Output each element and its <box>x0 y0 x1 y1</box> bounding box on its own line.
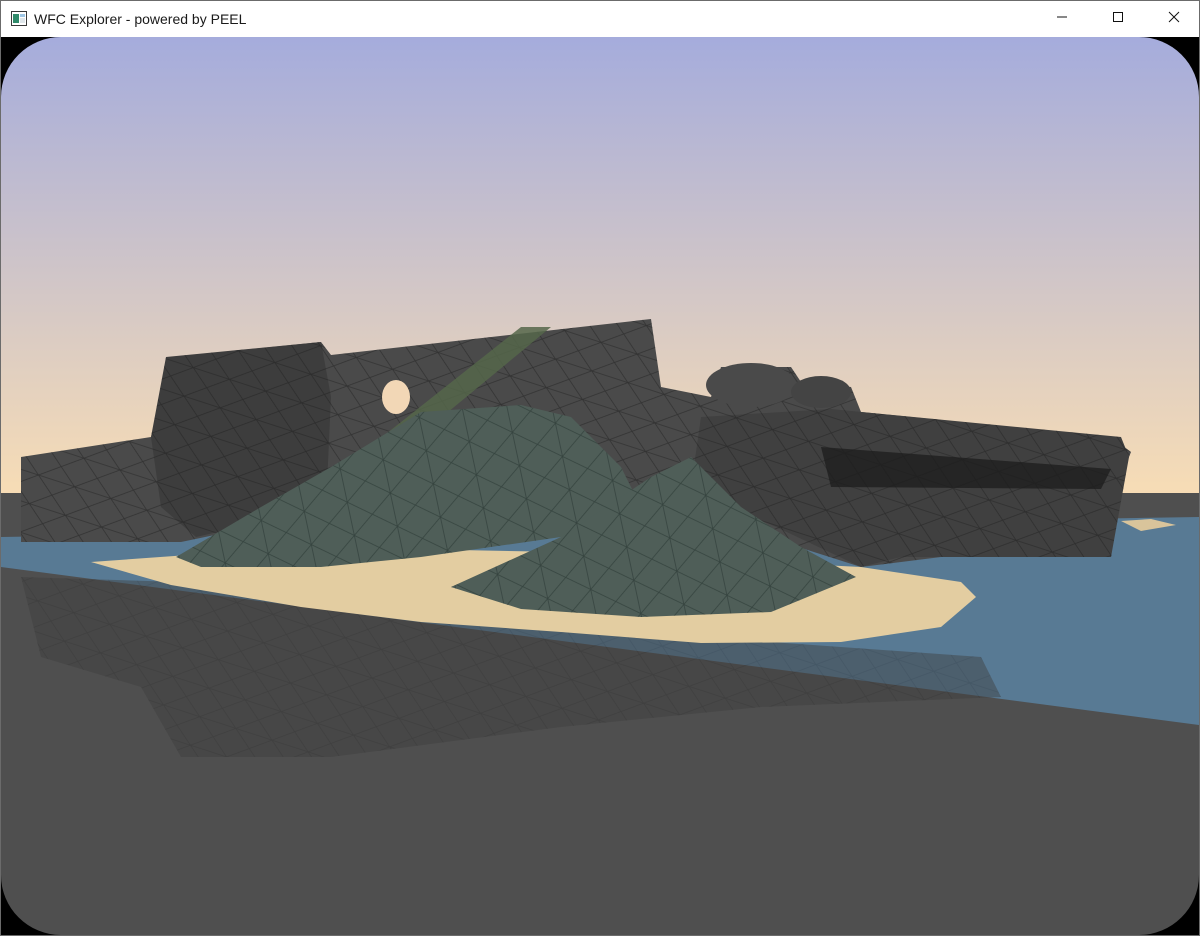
minimize-icon <box>1056 10 1068 28</box>
close-icon <box>1168 10 1180 28</box>
close-button[interactable] <box>1151 1 1197 37</box>
app-icon <box>11 11 27 26</box>
minimize-button[interactable] <box>1039 1 1085 37</box>
maximize-button[interactable] <box>1095 1 1141 37</box>
window-title: WFC Explorer - powered by PEEL <box>34 11 247 27</box>
app-window: WFC Explorer - powered by PEEL <box>0 0 1200 936</box>
3d-viewport[interactable] <box>1 37 1199 935</box>
title-bar[interactable]: WFC Explorer - powered by PEEL <box>1 1 1199 37</box>
rock-arch-hole <box>382 380 410 414</box>
maximize-icon <box>1112 10 1124 28</box>
